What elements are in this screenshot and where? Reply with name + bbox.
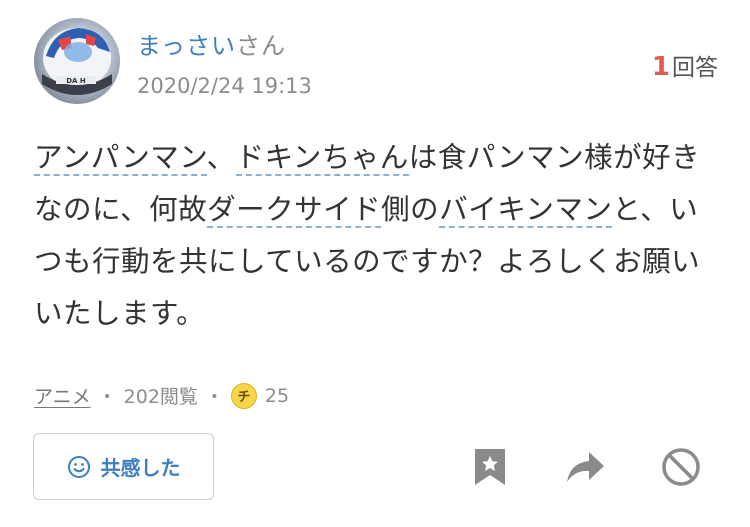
question-meta: アニメ ・ 202閲覧 ・ チ 25 bbox=[34, 382, 289, 409]
block-button[interactable] bbox=[660, 446, 702, 488]
share-button[interactable] bbox=[564, 446, 606, 488]
user-avatar[interactable]: DA H bbox=[34, 18, 120, 104]
smile-icon bbox=[67, 455, 90, 478]
user-name-text[interactable]: まっさい bbox=[137, 32, 236, 60]
empathy-button-label: 共感した bbox=[100, 456, 181, 480]
empathy-button[interactable]: 共感した bbox=[33, 433, 214, 500]
bookmark-star-icon bbox=[475, 449, 505, 485]
block-icon bbox=[662, 448, 700, 486]
keyword-link[interactable]: アンパンマン bbox=[34, 141, 207, 176]
keyword-link[interactable]: ダークサイド bbox=[207, 193, 382, 228]
meta-separator: ・ bbox=[204, 386, 224, 408]
user-name[interactable]: まっさいさん bbox=[137, 26, 286, 61]
bookmark-button[interactable] bbox=[469, 446, 511, 488]
post-date: 2020/2/24 19:13 bbox=[137, 74, 312, 98]
keyword-link[interactable]: ドキンちゃん bbox=[235, 141, 409, 176]
coin-count: 25 bbox=[264, 384, 290, 407]
question-text: 側の bbox=[381, 193, 440, 226]
meta-separator: ・ bbox=[97, 386, 117, 408]
svg-text:DA H: DA H bbox=[66, 77, 86, 85]
helmet-avatar: DA H bbox=[42, 28, 112, 95]
keyword-link[interactable]: バイキンマン bbox=[439, 193, 613, 228]
view-count: 202閲覧 bbox=[123, 386, 198, 408]
user-name-suffix: さん bbox=[236, 32, 287, 60]
answer-count[interactable]: 1 回答 bbox=[652, 48, 718, 82]
answer-count-number: 1 bbox=[651, 52, 670, 82]
answer-count-label: 回答 bbox=[672, 55, 718, 81]
category-link[interactable]: アニメ bbox=[34, 382, 91, 409]
question-text: 、 bbox=[206, 141, 236, 174]
question-body: アンパンマン、ドキンちゃんは食パンマン様が好きなのに、何故ダークサイド側のバイキ… bbox=[34, 132, 724, 340]
share-arrow-icon bbox=[567, 452, 604, 482]
coin-icon: チ bbox=[230, 382, 257, 409]
